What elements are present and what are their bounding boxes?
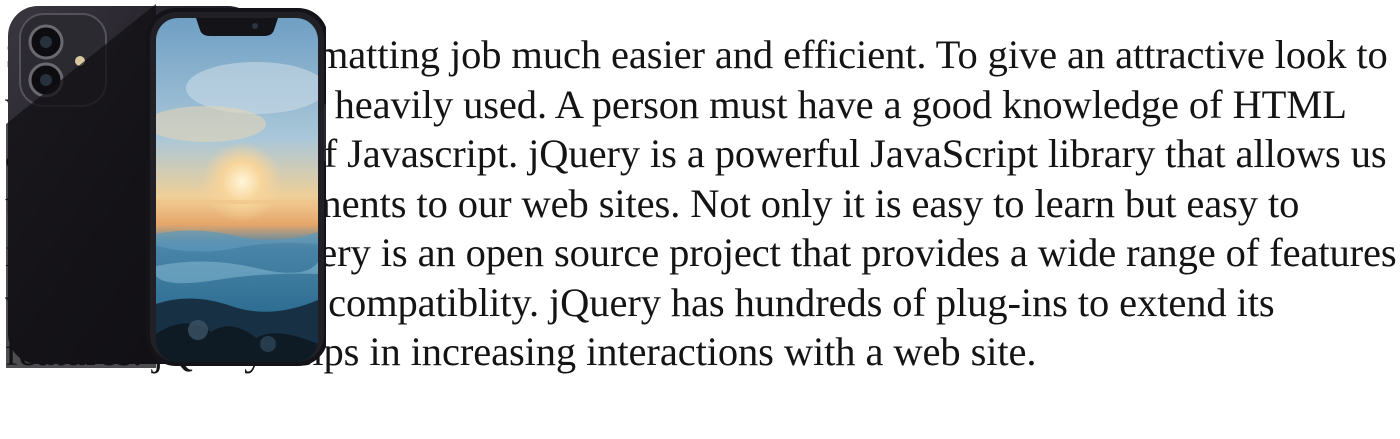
body-paragraph: Styles make the formatting job much easi… [5,32,1397,374]
page: Styles make the formatting job much easi… [0,0,1400,439]
